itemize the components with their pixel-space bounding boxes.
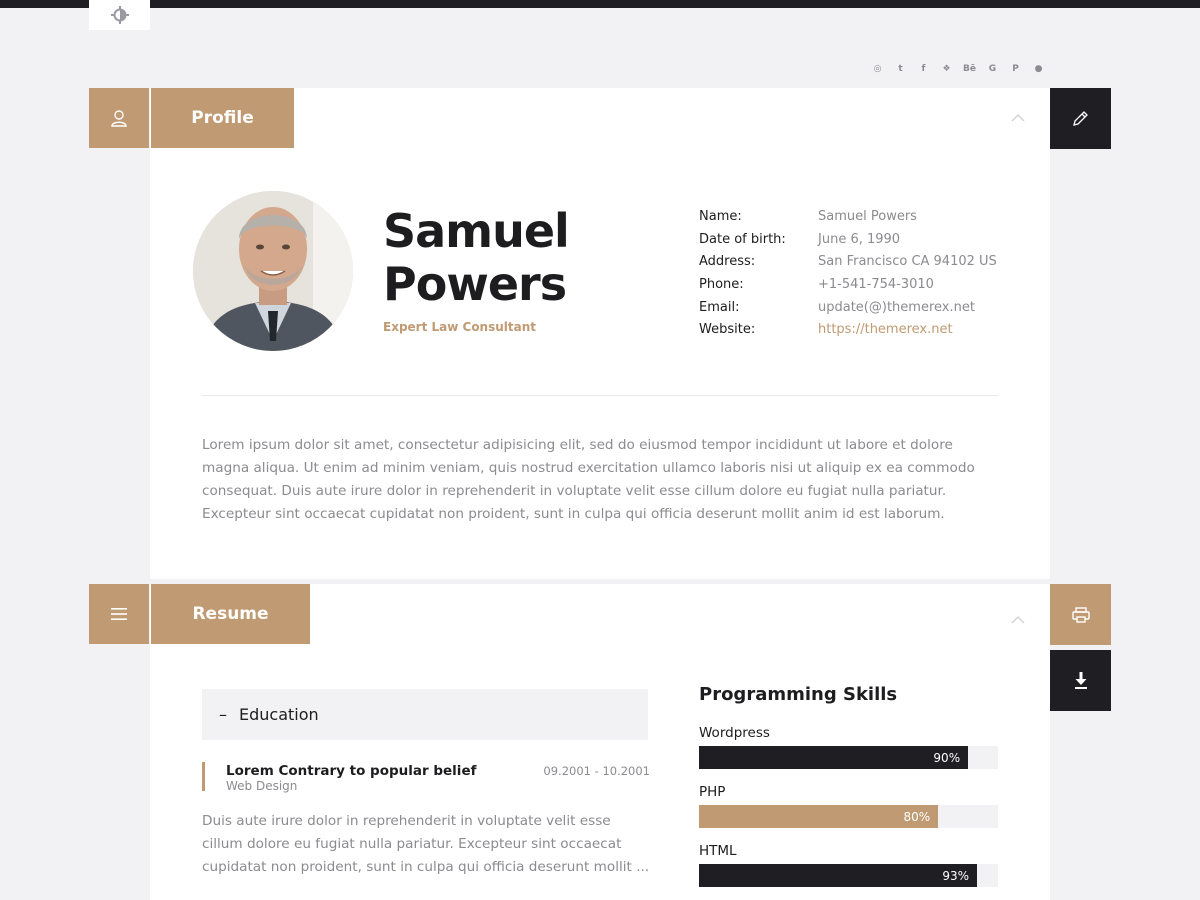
entry-date: 09.2001 - 10.2001 [543, 764, 650, 778]
divider [202, 395, 998, 396]
website-link[interactable]: https://themerex.net [818, 322, 953, 337]
info-label: Email: [699, 299, 740, 315]
skills-title: Programming Skills [699, 684, 898, 705]
menu-icon [111, 608, 127, 620]
info-row: Address: San Francisco CA 94102 US [699, 250, 1009, 273]
theme-toggle-button[interactable] [89, 0, 150, 30]
evernote-icon[interactable]: ● [1027, 60, 1050, 78]
resume-section-title[interactable]: Resume [151, 584, 310, 644]
avatar [193, 191, 353, 351]
skill-progress-track: 93% [699, 864, 998, 887]
skill-progress-fill: 80% [699, 805, 939, 828]
social-links: ◎ t f ❖ Bē G P ● [866, 60, 1050, 78]
instagram-icon[interactable]: ◎ [866, 60, 889, 78]
pencil-icon [1073, 111, 1088, 126]
info-value: Samuel Powers [818, 208, 917, 224]
profile-role: Expert Law Consultant [383, 320, 537, 334]
info-value: update(@)themerex.net [818, 299, 975, 315]
facebook-icon[interactable]: f [912, 60, 935, 78]
download-icon [1074, 672, 1087, 689]
resume-section-icon-button[interactable] [89, 584, 149, 644]
info-row: Email: update(@)themerex.net [699, 296, 1009, 319]
entry-text: Duis aute irure dolor in reprehenderit i… [202, 813, 650, 875]
user-icon [111, 109, 127, 127]
info-value: San Francisco CA 94102 US [818, 254, 997, 270]
skill-label: PHP [699, 784, 726, 800]
printer-icon [1071, 606, 1090, 623]
google-icon[interactable]: G [981, 60, 1004, 78]
info-label: Website: [699, 322, 756, 338]
profile-bio: Lorem ipsum dolor sit amet, consectetur … [202, 437, 975, 522]
info-row: Website: https://themerex.net [699, 318, 1009, 341]
entry-subtitle: Web Design [226, 779, 298, 793]
skill-progress-fill: 90% [699, 746, 969, 769]
twitter-icon[interactable]: t [889, 60, 912, 78]
collapse-profile-chevron-icon[interactable] [1008, 111, 1028, 125]
print-button[interactable] [1050, 584, 1111, 645]
info-value: +1-541-754-3010 [818, 276, 934, 292]
contrast-icon [110, 6, 129, 24]
skill-item: PHP 80% [699, 782, 998, 828]
edit-button[interactable] [1050, 88, 1111, 149]
info-row: Phone: +1-541-754-3010 [699, 273, 1009, 296]
info-label: Address: [699, 254, 756, 270]
info-value: June 6, 1990 [818, 231, 901, 247]
profile-photo [193, 191, 353, 351]
collapse-toggle-icon: – [219, 705, 227, 724]
skill-label: Wordpress [699, 725, 770, 741]
info-row: Date of birth: June 6, 1990 [699, 228, 1009, 251]
pinterest-icon[interactable]: P [1004, 60, 1027, 78]
info-row: Name: Samuel Powers [699, 205, 1009, 228]
profile-section-title[interactable]: Profile [151, 88, 294, 148]
behance-icon[interactable]: Bē [958, 60, 981, 78]
download-button[interactable] [1050, 650, 1111, 711]
skill-item: Wordpress 90% [699, 723, 998, 769]
skill-label: HTML [699, 843, 737, 859]
profile-name-line2: Powers [383, 257, 567, 311]
dropbox-icon[interactable]: ❖ [935, 60, 958, 78]
info-label: Phone: [699, 276, 744, 292]
info-label: Name: [699, 208, 742, 224]
top-bar [0, 0, 1200, 8]
skill-progress-track: 80% [699, 805, 998, 828]
skill-item: HTML 93% [699, 841, 998, 887]
education-heading: Education [239, 705, 319, 724]
info-label: Date of birth: [699, 231, 786, 247]
skill-progress-fill: 93% [699, 864, 978, 887]
skill-progress-track: 90% [699, 746, 998, 769]
profile-info-list: Name: Samuel Powers Date of birth: June 6, … [699, 205, 1009, 341]
collapse-resume-chevron-icon[interactable] [1008, 613, 1028, 627]
profile-name: Samuel Powers [383, 204, 570, 311]
education-accordion-header[interactable]: – Education [202, 689, 648, 740]
profile-section-icon-button[interactable] [89, 88, 149, 148]
education-entry: Lorem Contrary to popular belief Web Des… [202, 762, 650, 793]
profile-name-line1: Samuel [383, 204, 570, 258]
